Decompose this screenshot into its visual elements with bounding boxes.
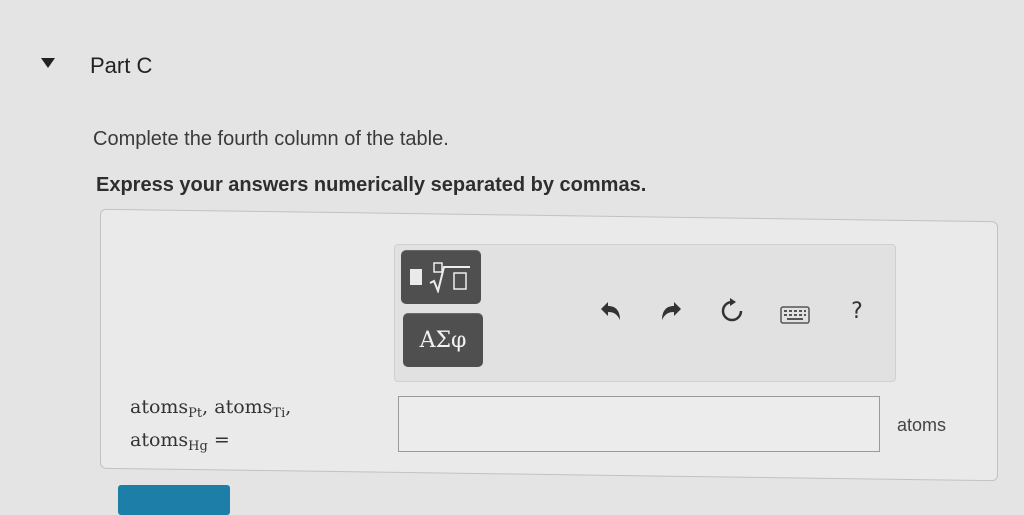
question-instruction-bold: Express your answers numerically separat…: [96, 174, 647, 196]
greek-symbols-button[interactable]: ΑΣφ: [403, 313, 483, 367]
keyboard-icon[interactable]: [780, 300, 810, 330]
help-button[interactable]: ?: [842, 296, 872, 326]
question-instruction: Complete the fourth column of the table.: [93, 128, 449, 150]
unit-label: atoms: [897, 415, 947, 435]
fraction-sqrt-templates-icon: [410, 261, 472, 293]
redo-icon[interactable]: [657, 296, 687, 326]
submit-button[interactable]: [118, 485, 230, 515]
answer-input[interactable]: [398, 396, 880, 452]
reset-icon[interactable]: [717, 296, 747, 326]
undo-icon[interactable]: [595, 296, 625, 326]
answer-label: atomsPt, atomsTi, atomsHg =: [130, 396, 292, 454]
part-title: Part C: [90, 53, 153, 78]
collapse-arrow-icon[interactable]: [41, 58, 55, 68]
templates-button[interactable]: [401, 250, 481, 304]
